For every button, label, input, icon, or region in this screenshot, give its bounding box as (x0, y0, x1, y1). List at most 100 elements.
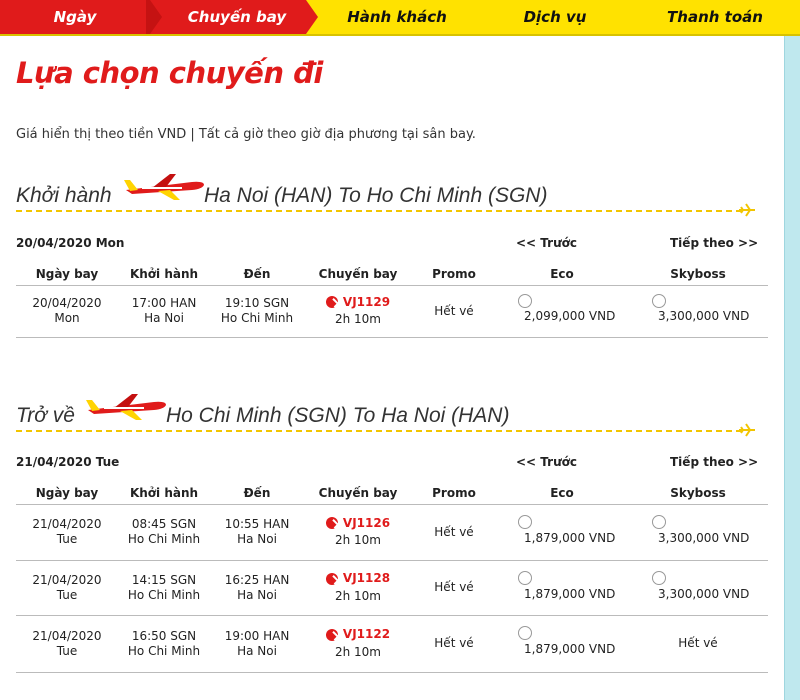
eco-fare-radio[interactable] (518, 293, 532, 308)
table-row: 21/04/2020 Tue 14:15 SGN Ho Chi Minh 16:25… (16, 560, 768, 616)
flight-number-link[interactable]: VJ1129 (343, 295, 390, 310)
flight-number-link[interactable]: VJ1128 (343, 571, 390, 586)
eco-fare-price: 1,879,000 VND (524, 530, 616, 545)
col-header-departure: Khởi hành (118, 482, 210, 505)
col-header-eco: Eco (496, 482, 628, 505)
flight-duration: 2h 10m (334, 312, 381, 327)
table-header-row: Ngày bay Khởi hành Đến Chuyến bay Promo … (16, 263, 768, 286)
col-header-departure: Khởi hành (118, 263, 210, 286)
arrival-city: Ho Chi Minh (220, 311, 294, 325)
skyboss-fare-radio[interactable] (652, 514, 666, 529)
flight-number-cell: VJ1122 2h 10m (304, 615, 412, 673)
arrival-cell: 10:55 HAN Ha Noi (210, 504, 304, 561)
step-date[interactable]: Ngày (0, 0, 150, 34)
flight-duration: 2h 10m (334, 533, 381, 548)
return-route: Ho Chi Minh (SGN) To Ha Noi (HAN) (166, 404, 510, 427)
arrival-city: Ha Noi (237, 532, 277, 546)
flight-day: Tue (56, 587, 78, 602)
plane-marker-icon (739, 423, 755, 437)
return-dashed-divider (16, 430, 742, 432)
flight-date: 20/04/2020 (32, 296, 102, 310)
arrival-cell: 19:10 SGN Ho Chi Minh (210, 285, 304, 338)
step-flight[interactable]: Chuyến bay (162, 0, 312, 34)
promo-sold-out: Hết vé (434, 524, 474, 539)
departure-time: 08:45 SGN (131, 517, 197, 531)
airplane-icon (124, 174, 204, 200)
table-row: 20/04/2020 Mon 17:00 HAN Ha Noi 19:10 SGN H… (16, 285, 768, 338)
flight-number-link[interactable]: VJ1122 (343, 627, 390, 642)
promo-cell: Hết vé (412, 615, 496, 673)
promo-sold-out: Hết vé (434, 303, 474, 318)
return-flights-table: Ngày bay Khởi hành Đến Chuyến bay Promo … (16, 482, 768, 673)
eco-fare-price: 1,879,000 VND (524, 586, 616, 601)
col-header-eco: Eco (496, 263, 628, 286)
arrival-city: Ha Noi (237, 587, 277, 602)
arrival-city: Ha Noi (237, 643, 277, 658)
skyboss-fare-radio[interactable] (652, 570, 666, 585)
departure-city: Ho Chi Minh (127, 532, 201, 546)
step-passengers: Hành khách (347, 8, 447, 26)
return-prev-day-link[interactable]: << Trước (516, 455, 577, 469)
promo-cell: Hết vé (412, 285, 496, 338)
table-row: 21/04/2020 Tue 16:50 SGN Ho Chi Minh 19:00… (16, 615, 768, 673)
departure-city: Ho Chi Minh (127, 643, 201, 658)
eco-fare-radio[interactable] (518, 514, 532, 529)
col-header-promo: Promo (412, 482, 496, 505)
flight-details-icon[interactable] (325, 517, 338, 530)
outbound-prev-day-link[interactable]: << Trước (516, 236, 577, 250)
outbound-label: Khởi hành (16, 184, 112, 207)
arrival-time: 10:55 HAN (224, 517, 290, 531)
return-next-day-link[interactable]: Tiếp theo >> (670, 455, 758, 469)
skyboss-fare-price: 3,300,000 VND (658, 586, 750, 601)
step-payment: Thanh toán (667, 8, 763, 26)
flight-duration: 2h 10m (334, 644, 381, 659)
outbound-date-row: 20/04/2020 Mon << Trước Tiếp theo >> (16, 236, 768, 256)
flight-details-icon[interactable] (325, 572, 338, 585)
eco-fare-cell: 1,879,000 VND (496, 560, 628, 616)
skyboss-fare-cell: 3,300,000 VND (628, 504, 768, 561)
price-currency-note: Giá hiển thị theo tiền VND | Tất cả giờ … (16, 127, 476, 142)
flight-date-cell: 21/04/2020 Tue (16, 560, 118, 616)
flight-date: 21/04/2020 (32, 517, 102, 531)
flight-date: 21/04/2020 (32, 628, 102, 643)
flight-day: Tue (56, 532, 78, 546)
eco-fare-radio[interactable] (518, 625, 532, 640)
step-services: Dịch vụ (523, 8, 587, 26)
flight-number-cell: VJ1129 2h 10m (304, 285, 412, 338)
outbound-dashed-divider (16, 210, 742, 212)
eco-fare-price: 1,879,000 VND (524, 641, 616, 656)
outbound-next-day-link[interactable]: Tiếp theo >> (670, 236, 758, 250)
skyboss-sold-out: Hết vé (678, 636, 718, 650)
promo-sold-out: Hết vé (434, 580, 474, 594)
arrival-time: 19:10 SGN (224, 296, 290, 310)
flight-number-link[interactable]: VJ1126 (343, 516, 390, 531)
outbound-route: Ha Noi (HAN) To Ho Chi Minh (SGN) (204, 184, 548, 207)
promo-sold-out: Hết vé (434, 636, 474, 650)
flight-details-icon[interactable] (325, 296, 338, 309)
outbound-section-header: Khởi hành Ha Noi (HAN) To Ho Chi Minh (S… (16, 174, 716, 212)
return-section-header: Trở về Ho Chi Minh (SGN) To Ha Noi (HAN) (16, 394, 716, 432)
departure-time: 16:50 SGN (131, 628, 197, 643)
col-header-arrival: Đến (210, 482, 304, 505)
page-title: Lựa chọn chuyến đi (16, 56, 323, 90)
eco-fare-radio[interactable] (518, 570, 532, 585)
page-scroll-rail (784, 36, 800, 700)
flight-day: Mon (54, 311, 80, 325)
skyboss-fare-radio[interactable] (652, 293, 666, 308)
outbound-flights-table: Ngày bay Khởi hành Đến Chuyến bay Promo … (16, 263, 768, 338)
skyboss-fare-cell: 3,300,000 VND (628, 285, 768, 338)
promo-cell: Hết vé (412, 504, 496, 561)
flight-date-cell: 20/04/2020 Mon (16, 285, 118, 338)
eco-fare-cell: 1,879,000 VND (496, 504, 628, 561)
flight-number-cell: VJ1126 2h 10m (304, 504, 412, 561)
eco-fare-cell: 1,879,000 VND (496, 615, 628, 673)
departure-time: 17:00 HAN (131, 296, 197, 310)
return-date: 21/04/2020 Tue (16, 455, 120, 469)
table-row: 21/04/2020 Tue 08:45 SGN Ho Chi Minh 10:55… (16, 504, 768, 561)
flight-details-icon[interactable] (325, 628, 338, 641)
departure-time: 14:15 SGN (131, 572, 197, 587)
col-header-arrival: Đến (210, 263, 304, 286)
plane-marker-icon (739, 203, 755, 217)
col-header-flight: Chuyến bay (304, 482, 412, 505)
arrival-time: 16:25 HAN (224, 572, 290, 587)
